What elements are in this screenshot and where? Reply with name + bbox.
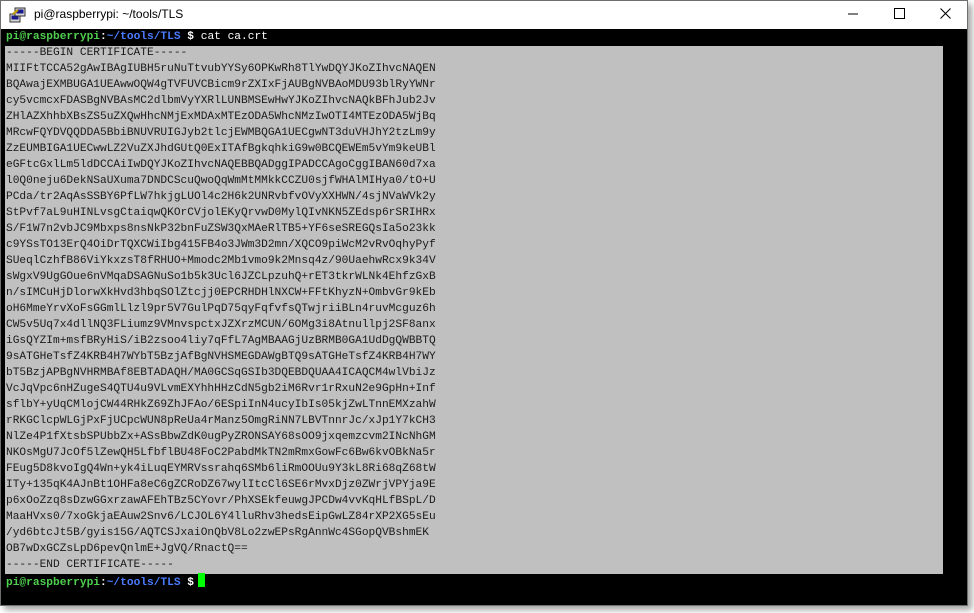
- putty-icon[interactable]: [9, 6, 27, 24]
- certificate-line: VcJqVpc6nHZugeS4QTU4u9VLvmEXYhhHHzCdN5gb…: [6, 383, 436, 395]
- window-title: pi@raspberrypi: ~/tools/TLS: [34, 7, 184, 21]
- certificate-line: bT5BzjAPBgNVHRMBAf8EBTADAQH/MA0GCSqGSIb3…: [6, 367, 436, 379]
- maximize-button[interactable]: [876, 1, 922, 29]
- certificate-line: eGFtcGxlLm5ldDCCAiIwDQYJKoZIhvcNAQEBBQAD…: [6, 159, 436, 171]
- text-cursor: [198, 573, 206, 587]
- minimize-icon: [848, 6, 858, 24]
- certificate-line: rRKGClcpWLGjPxFjUCpcWUN8pReUa4rManz5OmgR…: [6, 415, 436, 427]
- prompt-separator: :: [100, 577, 107, 589]
- certificate-line: NlZe4P1fXtsbSPUbbZx+ASsBbwZdK0ugPyZRONSA…: [6, 431, 436, 443]
- certificate-line: MRcwFQYDVQQDDA5BbiBNUVRUIGJyb2tlcjEWMBQG…: [6, 127, 436, 139]
- certificate-line: -----BEGIN CERTIFICATE-----: [6, 47, 188, 59]
- certificate-line: sWgxV9UgGOue6nVMqaDSAGNuSo1b5k3Ucl6JZCLp…: [6, 271, 436, 283]
- prompt-separator: :: [100, 31, 107, 43]
- certificate-line: n/sIMCuHjDlorwXkHvd3hbqSOlZtcjj0EPCRHDHl…: [6, 287, 436, 299]
- command-text: cat ca.crt: [200, 31, 268, 43]
- prompt-path: ~/tools/TLS: [106, 577, 181, 589]
- minimize-button[interactable]: [830, 1, 876, 29]
- maximize-icon: [893, 6, 905, 24]
- active-prompt-line[interactable]: pi@raspberrypi:~/tools/TLS $: [6, 573, 206, 589]
- prompt-path: ~/tools/TLS: [106, 31, 181, 43]
- certificate-line: p6xOoZzq8sDzwGGxrzawAFEhTBz5CYovr/PhXSEk…: [6, 495, 436, 507]
- certificate-line: FEug5D8kvoIgQ4Wn+yk4iLuqEYMRVssrahq6SMb6…: [6, 463, 436, 475]
- prompt-user: pi@raspberrypi: [6, 577, 100, 589]
- certificate-line: -----END CERTIFICATE-----: [6, 559, 174, 571]
- certificate-line: OB7wDxGCZsLpD6pevQnlmE+JgVQ/RnactQ==: [6, 543, 248, 555]
- certificate-line: ZHlAZXhhbXBsZS5uZXQwHhcNMjExMDAxMTEzODA5…: [6, 111, 436, 123]
- scrollbar[interactable]: [943, 29, 967, 605]
- certificate-line: ZzEUMBIGA1UECwwLZ2VuZXJhdGUtQ0ExITAfBgkq…: [6, 143, 436, 155]
- certificate-line: oH6MmeYrvXoFsGGmlLlzl9pr5V7GulPqD75qyFqf…: [6, 303, 436, 315]
- terminal-area[interactable]: pi@raspberrypi:~/tools/TLS $ cat ca.crt …: [1, 29, 967, 605]
- certificate-line: SUeqlCzhfB86ViYkxzsT8fRHUO+Mmodc2Mb1vmo9…: [6, 255, 436, 267]
- certificate-line: iGsQYZIm+msfBRyHiS/iB2zsoo4liy7qFfL7AgMB…: [6, 335, 436, 347]
- command-line: pi@raspberrypi:~/tools/TLS $ cat ca.crt: [6, 29, 268, 45]
- certificate-line: 9sATGHeTsfZ4KRB4H7WYbT5BzjAfBgNVHSMEGDAW…: [6, 351, 436, 363]
- certificate-line: StPvf7aL9uHINLvsgCtaiqwQKOrCVjolEKyQrvwD…: [6, 207, 436, 219]
- prompt-symbol: $: [187, 31, 195, 43]
- certificate-line: PCda/tr2AqAsSSBY6PfLW7hkjgLUOl4c2H6k2UNR…: [6, 191, 436, 203]
- certificate-line: MIIFtTCCA52gAwIBAgIUBH5ruNuTtvubYYSy6OPK…: [6, 63, 436, 75]
- certificate-line: ITy+135qK4AJnBt1OHFa8eC6gZCRoDZ67wylItcC…: [6, 479, 436, 491]
- certificate-line: S/F1W7n2vbJC9Mbxps8nsNkP32bnFuZSW3QxMAeR…: [6, 223, 436, 235]
- close-button[interactable]: [922, 1, 967, 29]
- certificate-line: sflbY+yUqCMlojCW44RHkZ69ZhJFAo/6ESpiInN4…: [6, 399, 436, 411]
- certificate-line: c9YSsTO13ErQ4OiDrTQXCWiIbg415FB4o3JWm3D2…: [6, 239, 436, 251]
- certificate-line: cy5vcmcxFDASBgNVBAsMC2dlbmVyYXRlLUNBMSEw…: [6, 95, 436, 107]
- terminal-window: pi@raspberrypi: ~/tools/TLS pi@raspberry…: [0, 0, 968, 606]
- certificate-line: NKOsMgU7JcOf5lZewQH5LfbflBU48FoC2PabdMkT…: [6, 447, 436, 459]
- certificate-line: /yd6btcJt5B/gyis15G/AQTCSJxaiOnQbV8Lo2zw…: [6, 527, 429, 539]
- prompt-symbol: $: [187, 577, 195, 589]
- title-bar[interactable]: pi@raspberrypi: ~/tools/TLS: [1, 1, 967, 29]
- certificate-line: l0Q0neju6DekNSaUXuma7DNDCScuQwoQqWmMtMMk…: [6, 175, 436, 187]
- certificate-line: CW5v5Uq7x4dllNQ3FLiumz9VMnvspctxJZXrzMCU…: [6, 319, 436, 331]
- prompt-user: pi@raspberrypi: [6, 31, 100, 43]
- certificate-line: BQAwajEXMBUGA1UEAwwOQW4gTVFUVCBicm9rZXIx…: [6, 79, 436, 91]
- close-icon: [939, 6, 951, 24]
- certificate-line: MaaHVxs0/7xoGkjaEAuw2Snv6/LCJOL6Y4lluRhv…: [6, 511, 436, 523]
